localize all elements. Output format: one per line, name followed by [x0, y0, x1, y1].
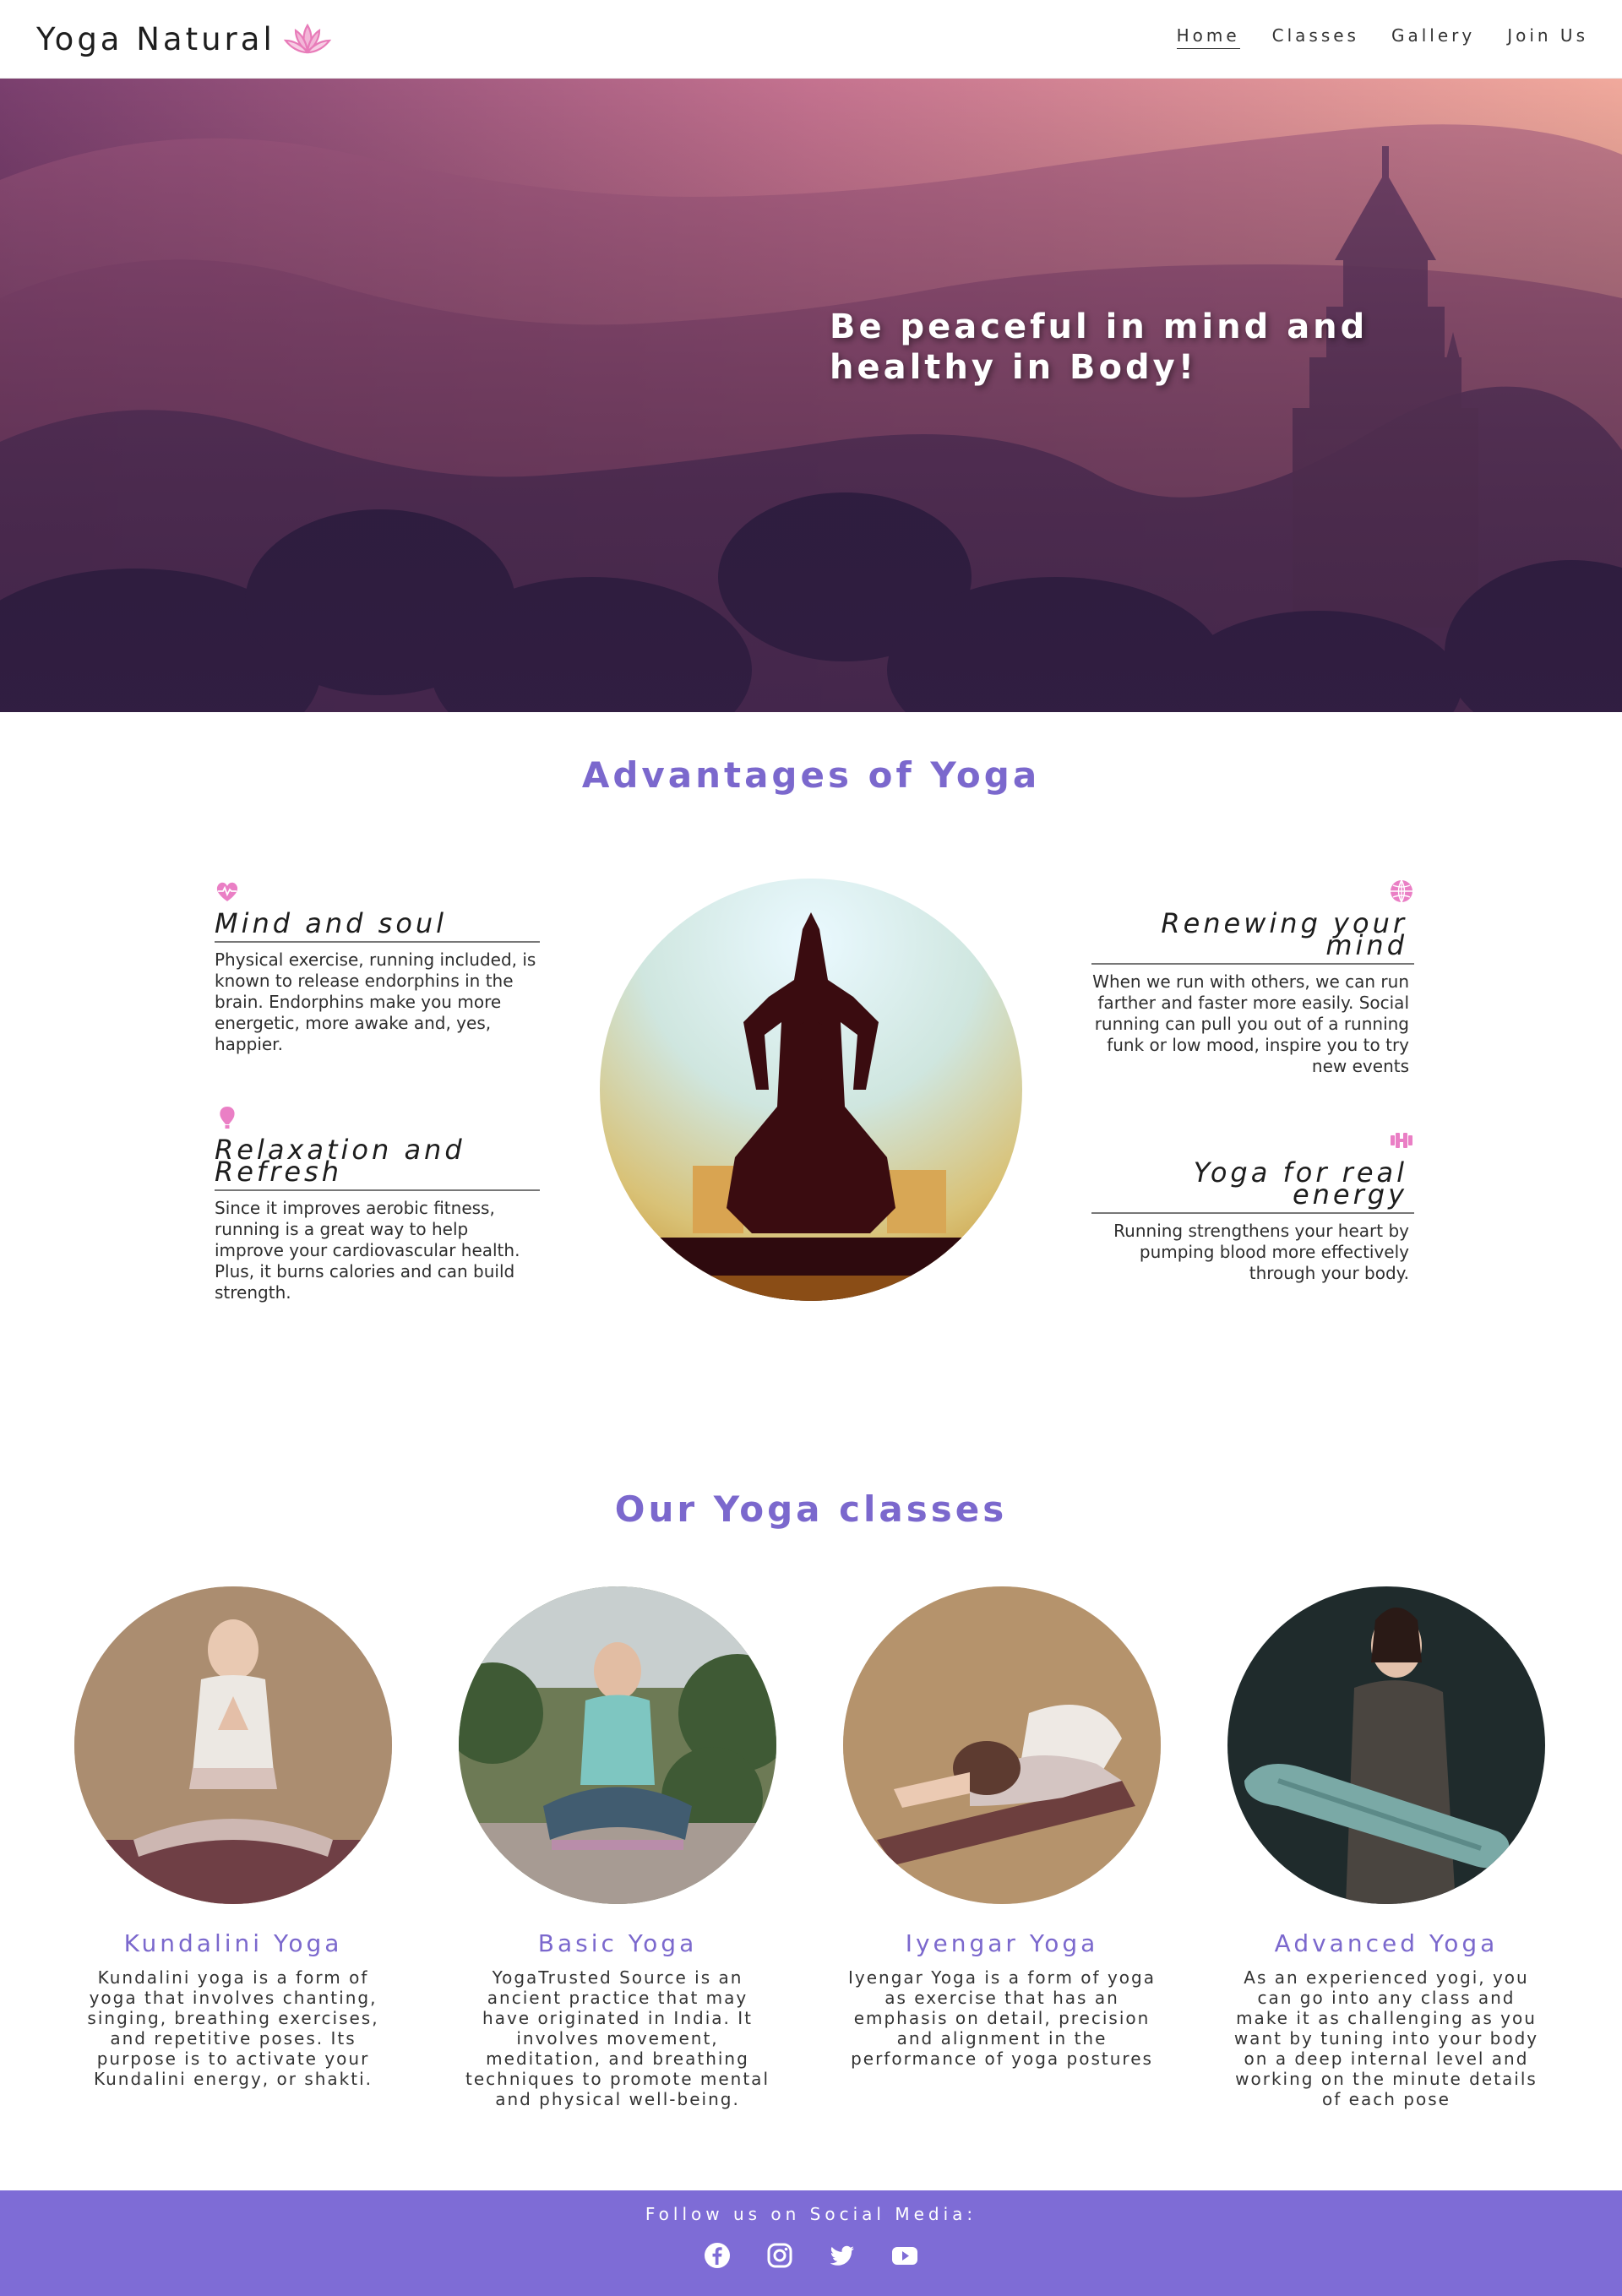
facebook-icon[interactable] — [703, 2241, 732, 2270]
kundalini-yoga-photo — [74, 1586, 392, 1904]
class-description: As an experienced yogi, you can go into … — [1233, 1967, 1539, 2109]
class-card-kundalini[interactable]: Kundalini Yoga Kundalini yoga is a form … — [74, 1586, 392, 2089]
brand-logo[interactable]: Yoga Natural — [36, 19, 333, 59]
dumbbell-icon — [1391, 1133, 1412, 1148]
class-name[interactable]: Basic Yoga — [459, 1929, 776, 1957]
class-name[interactable]: Iyengar Yoga — [843, 1929, 1161, 1957]
advantages-title: Advantages of Yoga — [581, 754, 1041, 796]
nav-menu: Home Classes Gallery Join Us — [1145, 25, 1588, 49]
iyengar-yoga-photo — [843, 1586, 1161, 1904]
meditation-silhouette-image — [600, 879, 1022, 1301]
class-description: Iyengar Yoga is a form of yoga as exerci… — [848, 1967, 1156, 2069]
hero-banner: Be peaceful in mind and healthy in Body! — [0, 79, 1622, 712]
footer-social-label: Follow us on Social Media: — [645, 2204, 977, 2224]
classes-title: Our Yoga classes — [614, 1488, 1008, 1530]
lotus-icon — [283, 23, 331, 54]
advantage-title: Relaxation and Refresh — [215, 1136, 540, 1191]
advantage-renewing-mind: Renewing your mind When we run with othe… — [1091, 879, 1414, 1077]
basic-yoga-photo — [459, 1586, 776, 1904]
twitter-icon[interactable] — [828, 2241, 857, 2270]
advantage-mind-and-soul: Mind and soul Physical exercise, running… — [215, 879, 540, 1055]
advantage-title: Mind and soul — [215, 910, 540, 943]
class-card-advanced[interactable]: Advanced Yoga As an experienced yogi, yo… — [1227, 1586, 1545, 2109]
social-links — [0, 2241, 1622, 2270]
advantage-text: When we run with others, we can run fart… — [1092, 971, 1409, 1076]
advantage-text: Since it improves aerobic fitness, runni… — [215, 1198, 520, 1303]
nav-link-home[interactable]: Home — [1176, 25, 1240, 49]
advantage-text: Running strengthens your heart by pumpin… — [1113, 1221, 1409, 1283]
advantage-relaxation: Relaxation and Refresh Since it improves… — [215, 1105, 540, 1303]
instagram-icon[interactable] — [765, 2241, 794, 2270]
advantage-title: Renewing your mind — [1091, 910, 1414, 965]
nav-link-join-us[interactable]: Join Us — [1507, 25, 1588, 49]
class-name[interactable]: Advanced Yoga — [1227, 1929, 1545, 1957]
class-description: Kundalini yoga is a form of yoga that in… — [87, 1967, 379, 2089]
hero-tagline: Be peaceful in mind and healthy in Body! — [830, 307, 1369, 387]
advantage-icon-wrap — [1091, 879, 1414, 907]
nav-link-gallery[interactable]: Gallery — [1391, 25, 1475, 49]
advantage-icon-wrap — [1091, 1128, 1414, 1156]
class-card-basic[interactable]: Basic Yoga YogaTrusted Source is an anci… — [459, 1586, 776, 2109]
hero-landscape-image — [0, 79, 1622, 712]
nav-link-classes[interactable]: Classes — [1272, 25, 1359, 49]
navbar: Yoga Natural Home Classes Gallery Join U… — [0, 0, 1622, 79]
brand-name: Yoga Natural — [36, 20, 275, 57]
advantage-text: Physical exercise, running included, is … — [215, 949, 536, 1054]
heartbeat-icon — [216, 882, 238, 901]
class-description: YogaTrusted Source is an ancient practic… — [465, 1967, 770, 2109]
advanced-yoga-photo — [1227, 1586, 1545, 1904]
youtube-icon[interactable] — [890, 2241, 919, 2270]
advantage-title: Yoga for real energy — [1091, 1159, 1414, 1214]
class-name[interactable]: Kundalini Yoga — [74, 1929, 392, 1957]
footer: Follow us on Social Media: — [0, 2190, 1622, 2296]
globe-icon — [1391, 879, 1412, 903]
hot-air-balloon-icon — [220, 1107, 235, 1129]
class-card-iyengar[interactable]: Iyengar Yoga Iyengar Yoga is a form of y… — [843, 1586, 1161, 2069]
advantage-real-energy: Yoga for real energy Running strengthens… — [1091, 1128, 1414, 1284]
